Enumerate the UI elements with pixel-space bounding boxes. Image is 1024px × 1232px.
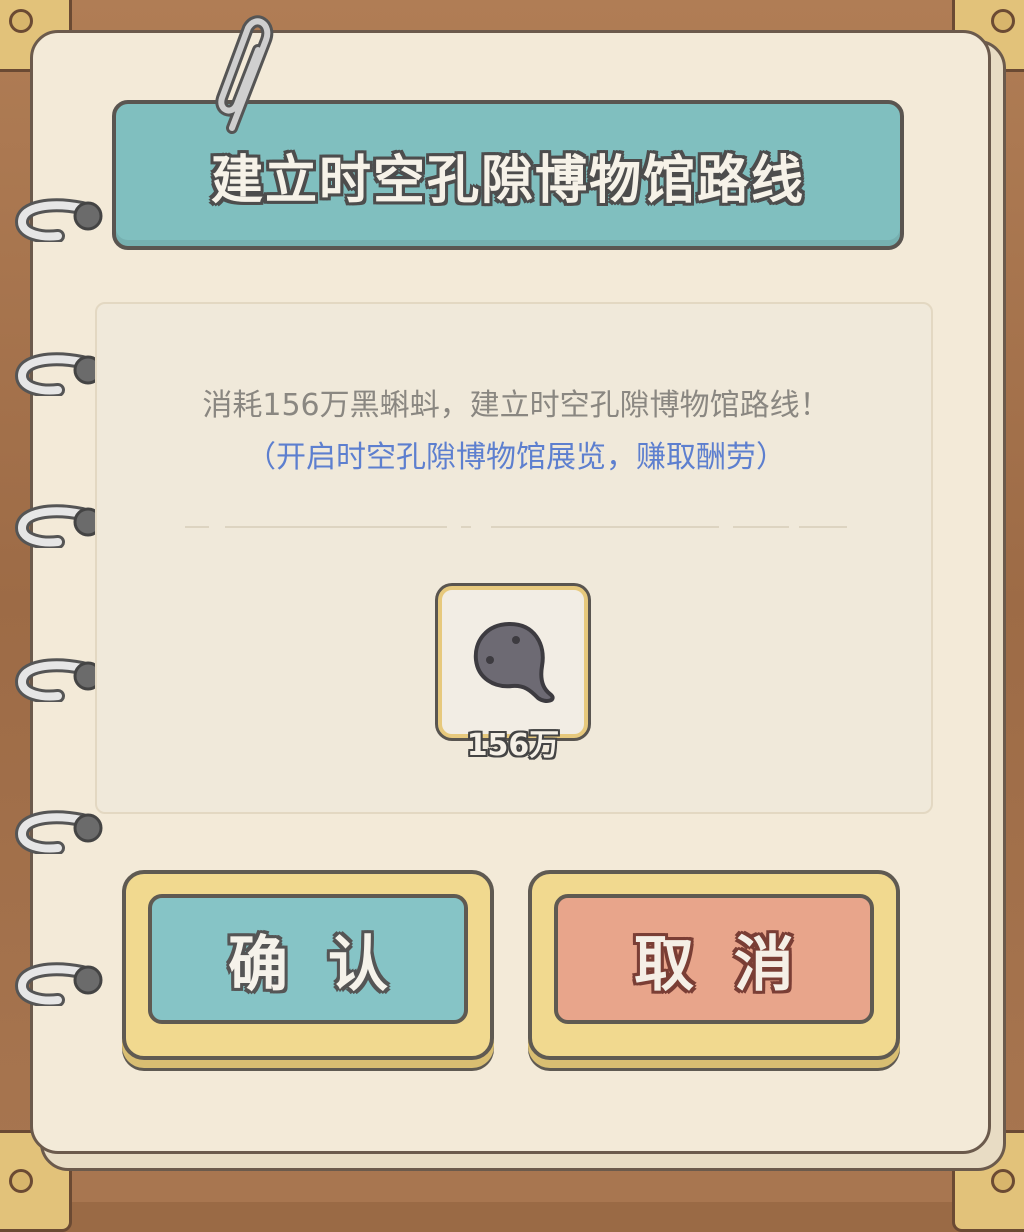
binder-ring-icon [14, 198, 103, 242]
binder-ring-icon [14, 352, 103, 396]
cost-item-slot [438, 586, 588, 738]
binder-ring-icon [14, 504, 103, 548]
cancel-label: 取消 [634, 929, 834, 1000]
confirm-button-face[interactable]: 确认 [148, 894, 468, 1024]
cost-description: 消耗156万黑蝌蚪，建立时空孔隙博物馆路线！ [202, 388, 830, 423]
dialog-title: 建立时空孔隙博物馆路线 [210, 150, 805, 211]
confirm-button[interactable]: 确认 [122, 870, 494, 1060]
reward-hint: （开启时空孔隙博物馆展览，赚取酬劳） [246, 440, 786, 475]
divider [733, 526, 789, 528]
binder-ring-icon [14, 962, 103, 1006]
divider [491, 526, 719, 528]
binder-ring-icon [14, 810, 103, 854]
divider [185, 526, 209, 528]
cancel-button-face[interactable]: 取消 [554, 894, 874, 1024]
wooden-frame: 建立时空孔隙博物馆路线 消耗156万黑蝌蚪，建立时空孔隙博物馆路线！ （开启时空… [0, 0, 1024, 1232]
divider [799, 526, 847, 528]
paperclip-icon [215, 15, 274, 134]
cost-amount: 156万 [466, 728, 560, 763]
cancel-button[interactable]: 取消 [528, 870, 900, 1060]
divider [225, 526, 447, 528]
confirm-label: 确认 [228, 929, 428, 1000]
black-tadpole-icon [473, 621, 555, 703]
binder-ring-icon [14, 658, 103, 702]
divider [461, 526, 471, 528]
